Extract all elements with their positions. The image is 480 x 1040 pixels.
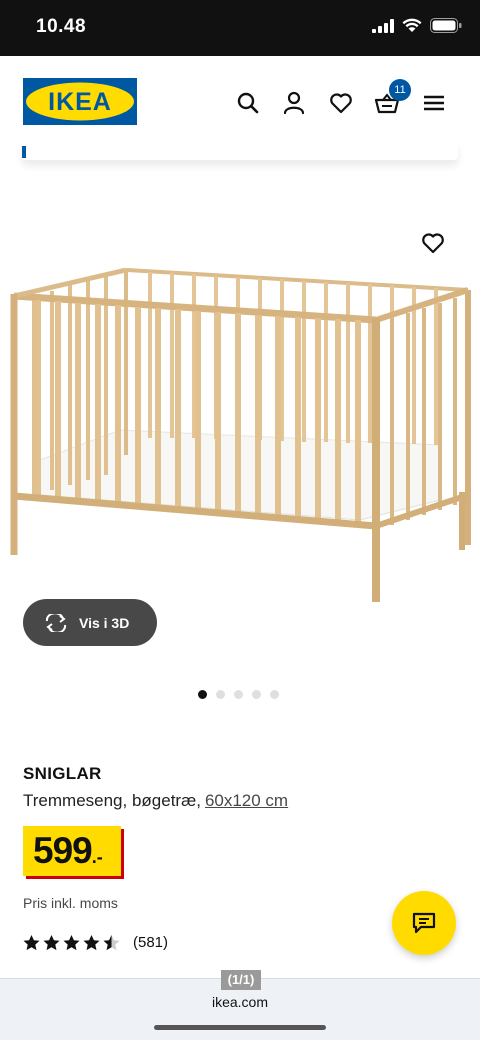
search-icon[interactable]	[235, 90, 261, 116]
user-icon[interactable]	[281, 90, 307, 116]
review-count: (581)	[133, 934, 169, 951]
carousel-dot[interactable]	[234, 690, 243, 699]
menu-icon[interactable]	[421, 90, 447, 116]
carousel-dot[interactable]	[252, 690, 261, 699]
collapsed-banner	[22, 140, 458, 160]
add-to-wishlist-heart-icon[interactable]	[420, 230, 446, 256]
status-time: 10.48	[36, 16, 87, 37]
chat-button[interactable]	[392, 891, 456, 955]
price-note: Pris inkl. moms	[23, 895, 118, 911]
product-rating[interactable]: (581)	[23, 934, 168, 951]
star-icon	[23, 934, 40, 950]
wifi-icon	[402, 18, 422, 32]
ikea-logo[interactable]: IKEA	[23, 78, 137, 125]
banner-accent	[22, 146, 26, 158]
status-bar: 10.48	[0, 0, 480, 56]
battery-icon	[430, 18, 462, 33]
carousel-dot[interactable]	[270, 690, 279, 699]
address-bar-domain[interactable]: ikea.com	[0, 994, 480, 1010]
site-header: IKEA 11	[0, 56, 480, 152]
crib-illustration	[10, 267, 471, 602]
browser-bottom-bar: (1/1) ikea.com	[0, 970, 480, 1040]
signal-icon	[372, 18, 394, 33]
price-tag: 599 .-	[23, 826, 121, 876]
svg-text:IKEA: IKEA	[48, 88, 112, 116]
cart-count-badge: 11	[389, 79, 411, 101]
price-suffix: .-	[91, 847, 103, 867]
star-icon	[63, 934, 80, 950]
view-in-3d-label: Vis i 3D	[79, 614, 130, 631]
price-value: 599	[33, 830, 93, 871]
half-star-icon	[103, 934, 120, 950]
product-size-link[interactable]: 60x120 cm	[205, 791, 288, 810]
rotate-3d-icon	[45, 613, 67, 632]
carousel-dot[interactable]	[216, 690, 225, 699]
home-indicator[interactable]	[154, 1025, 326, 1030]
product-image[interactable]	[0, 190, 480, 650]
product-description: Tremmeseng, bøgetræ, 60x120 cm	[23, 791, 288, 811]
view-in-3d-button[interactable]: Vis i 3D	[23, 599, 157, 646]
chat-icon	[412, 912, 436, 934]
page-indicator: (1/1)	[221, 970, 261, 990]
carousel-dot[interactable]	[198, 690, 207, 699]
status-icons	[372, 18, 462, 33]
heart-icon[interactable]	[328, 90, 354, 116]
product-type: Tremmeseng, bøgetræ,	[23, 791, 201, 810]
star-icon	[83, 934, 100, 950]
image-carousel-dots	[198, 690, 279, 699]
product-name: SNIGLAR	[23, 764, 102, 783]
star-icon	[43, 934, 60, 950]
